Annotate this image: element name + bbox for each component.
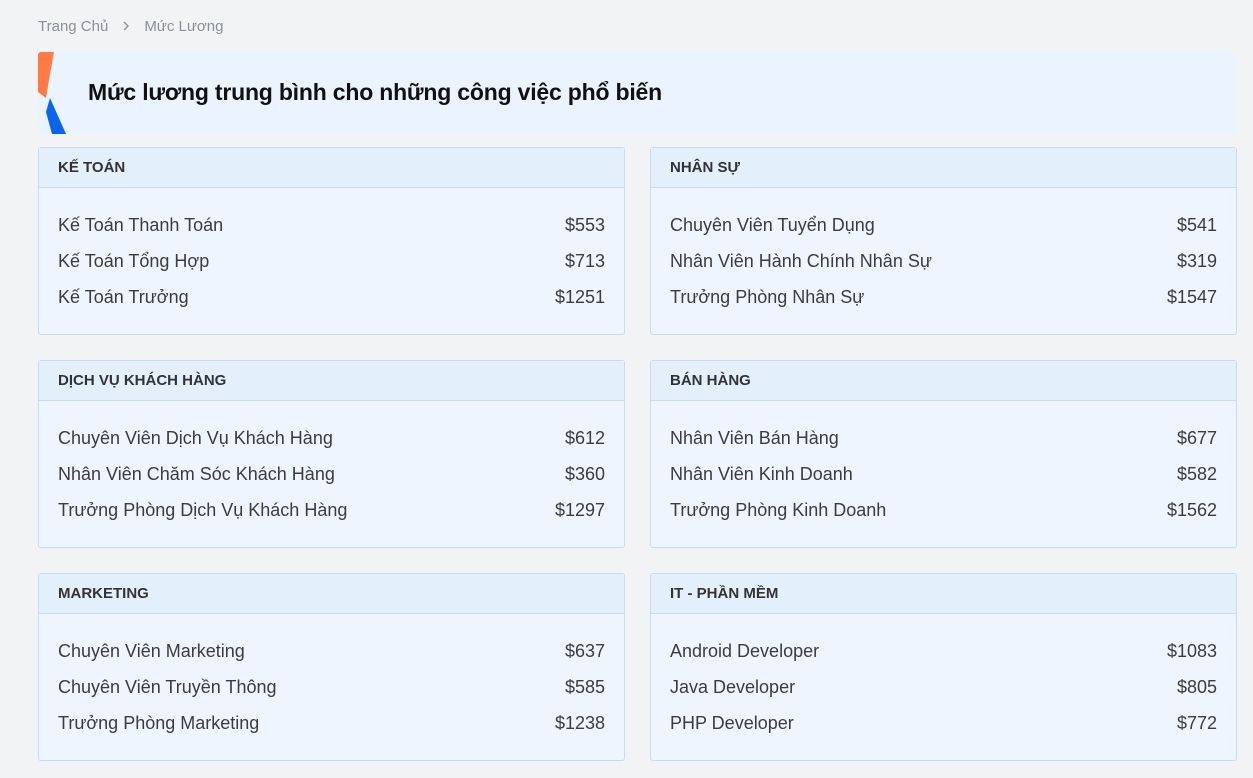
- page-banner: Mức lương trung bình cho những công việc…: [38, 52, 1237, 134]
- job-title: Trưởng Phòng Marketing: [58, 712, 260, 733]
- job-title: Nhân Viên Chăm Sóc Khách Hàng: [58, 463, 335, 484]
- salary-value: $553: [564, 214, 605, 235]
- category-card-dich-vu-khach-hang: DỊCH VỤ KHÁCH HÀNG Chuyên Viên Dịch Vụ K…: [38, 360, 625, 548]
- category-title: NHÂN SỰ: [651, 148, 1236, 188]
- category-title: DỊCH VỤ KHÁCH HÀNG: [39, 361, 624, 401]
- salary-row[interactable]: Nhân Viên Chăm Sóc Khách Hàng $360: [58, 456, 605, 492]
- category-card-nhan-su: NHÂN SỰ Chuyên Viên Tuyển Dụng $541 Nhân …: [650, 147, 1237, 335]
- salary-row[interactable]: Trưởng Phòng Dịch Vụ Khách Hàng $1297: [58, 492, 605, 528]
- salary-row[interactable]: Nhân Viên Bán Hàng $677: [670, 420, 1217, 456]
- category-title: BÁN HÀNG: [651, 361, 1236, 401]
- job-title: Android Developer: [670, 640, 820, 661]
- salary-row[interactable]: PHP Developer $772: [670, 705, 1217, 741]
- breadcrumb: Trang Chủ Mức Lương: [38, 17, 223, 35]
- salary-value: $637: [564, 640, 605, 661]
- salary-row[interactable]: Android Developer $1083: [670, 633, 1217, 669]
- job-title: Java Developer: [670, 676, 796, 697]
- salary-row[interactable]: Chuyên Viên Dịch Vụ Khách Hàng $612: [58, 420, 605, 456]
- category-card-ke-toan: KẾ TOÁN Kế Toán Thanh Toán $553 Kế Toán T…: [38, 147, 625, 335]
- category-title: KẾ TOÁN: [39, 148, 624, 188]
- job-title: Trưởng Phòng Dịch Vụ Khách Hàng: [58, 499, 348, 520]
- salary-value: $677: [1176, 427, 1217, 448]
- salary-row[interactable]: Chuyên Viên Marketing $637: [58, 633, 605, 669]
- job-title: Trưởng Phòng Nhân Sự: [670, 286, 865, 307]
- salary-value: $319: [1176, 250, 1217, 271]
- category-title: IT - PHẦN MỀM: [651, 574, 1236, 614]
- salary-value: $1251: [554, 286, 605, 307]
- job-title: Chuyên Viên Truyền Thông: [58, 676, 277, 697]
- salary-row[interactable]: Kế Toán Thanh Toán $553: [58, 207, 605, 243]
- category-card-marketing: MARKETING Chuyên Viên Marketing $637 Chuy…: [38, 573, 625, 761]
- banner-accent-icon: [38, 52, 66, 134]
- job-title: Nhân Viên Kinh Doanh: [670, 463, 853, 484]
- salary-value: $1547: [1166, 286, 1217, 307]
- salary-value: $585: [564, 676, 605, 697]
- salary-row[interactable]: Kế Toán Tổng Hợp $713: [58, 243, 605, 279]
- salary-row[interactable]: Chuyên Viên Truyền Thông $585: [58, 669, 605, 705]
- category-card-ban-hang: BÁN HÀNG Nhân Viên Bán Hàng $677 Nhân Viê…: [650, 360, 1237, 548]
- job-title: Trưởng Phòng Kinh Doanh: [670, 499, 887, 520]
- salary-row[interactable]: Trưởng Phòng Nhân Sự $1547: [670, 279, 1217, 315]
- job-title: Chuyên Viên Marketing: [58, 640, 245, 661]
- job-title: Nhân Viên Bán Hàng: [670, 427, 839, 448]
- job-title: Chuyên Viên Tuyển Dụng: [670, 214, 875, 235]
- salary-row[interactable]: Nhân Viên Kinh Doanh $582: [670, 456, 1217, 492]
- breadcrumb-home-link[interactable]: Trang Chủ: [38, 18, 108, 35]
- page-title: Mức lương trung bình cho những công việc…: [88, 79, 662, 105]
- job-title: Kế Toán Tổng Hợp: [58, 250, 210, 271]
- salary-value: $612: [564, 427, 605, 448]
- salary-value: $360: [564, 463, 605, 484]
- salary-value: $541: [1176, 214, 1217, 235]
- job-title: Kế Toán Trưởng: [58, 286, 189, 307]
- job-title: Chuyên Viên Dịch Vụ Khách Hàng: [58, 427, 333, 448]
- salary-row[interactable]: Chuyên Viên Tuyển Dụng $541: [670, 207, 1217, 243]
- salary-row[interactable]: Trưởng Phòng Kinh Doanh $1562: [670, 492, 1217, 528]
- salary-value: $1562: [1166, 499, 1217, 520]
- category-title: MARKETING: [39, 574, 624, 614]
- breadcrumb-current: Mức Lương: [144, 17, 224, 35]
- job-title: Kế Toán Thanh Toán: [58, 214, 224, 235]
- salary-row[interactable]: Nhân Viên Hành Chính Nhân Sự $319: [670, 243, 1217, 279]
- job-title: PHP Developer: [670, 712, 794, 733]
- salary-row[interactable]: Java Developer $805: [670, 669, 1217, 705]
- salary-value: $772: [1176, 712, 1217, 733]
- salary-value: $805: [1176, 676, 1217, 697]
- salary-row[interactable]: Kế Toán Trưởng $1251: [58, 279, 605, 315]
- chevron-right-icon: [108, 17, 144, 35]
- salary-value: $713: [564, 250, 605, 271]
- job-title: Nhân Viên Hành Chính Nhân Sự: [670, 250, 932, 271]
- category-card-it-phan-mem: IT - PHẦN MỀM Android Developer $1083 Jav…: [650, 573, 1237, 761]
- salary-value: $1238: [554, 712, 605, 733]
- salary-value: $582: [1176, 463, 1217, 484]
- salary-value: $1083: [1166, 640, 1217, 661]
- salary-value: $1297: [554, 499, 605, 520]
- salary-row[interactable]: Trưởng Phòng Marketing $1238: [58, 705, 605, 741]
